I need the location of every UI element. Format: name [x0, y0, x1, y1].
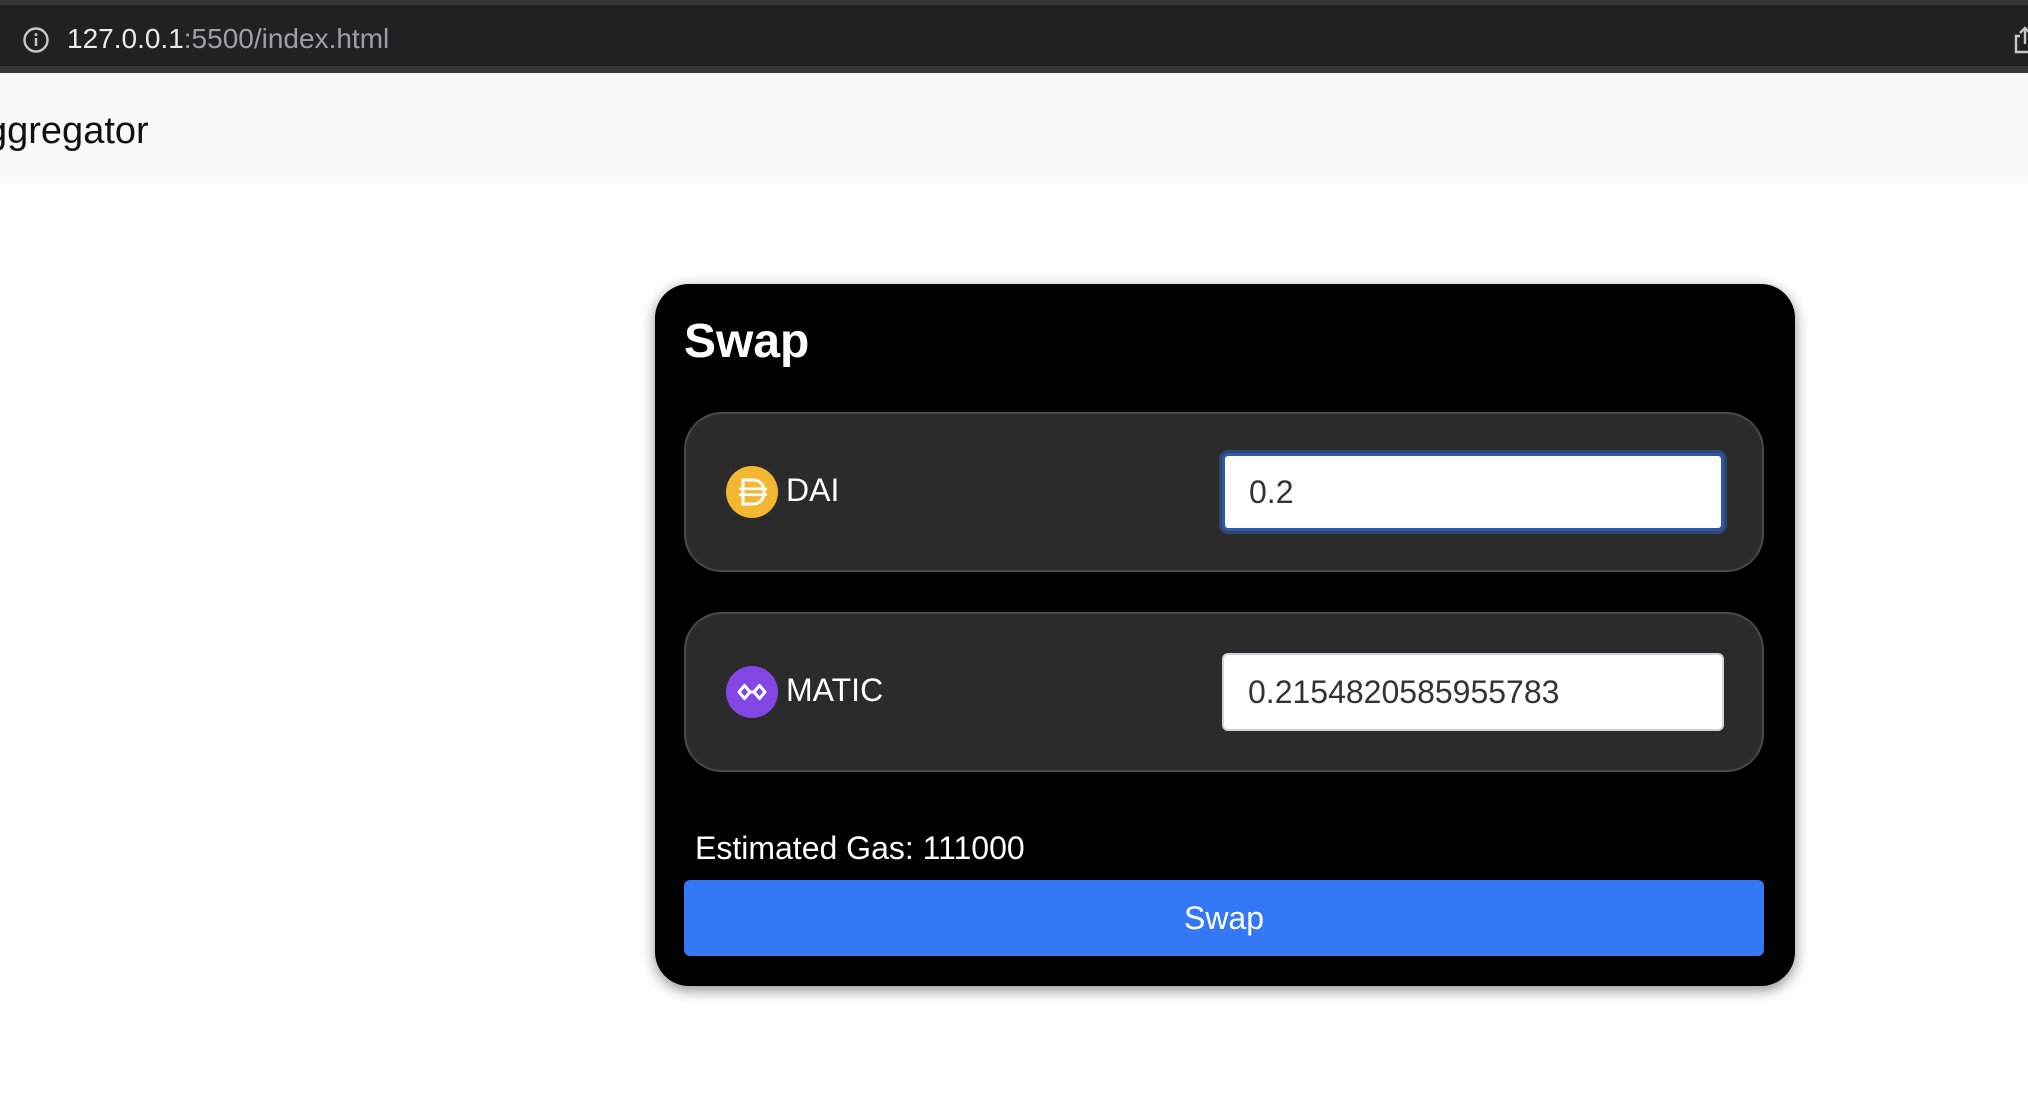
from-token-row: DAI — [684, 412, 1764, 572]
dai-logo-icon — [726, 466, 778, 518]
address-url[interactable]: 127.0.0.1:5500/index.html — [67, 22, 389, 56]
url-path: :5500/index.html — [183, 23, 390, 54]
address-bar[interactable]: 127.0.0.1:5500/index.html — [0, 5, 2028, 66]
swap-card: Swap DAI MATIC Estimated Gas: 111000 Swa… — [655, 284, 1795, 986]
to-amount-input[interactable] — [1222, 653, 1724, 731]
browser-toolbar: 127.0.0.1:5500/index.html — [0, 0, 2028, 73]
from-token-symbol: DAI — [786, 472, 840, 508]
to-token-symbol: MATIC — [786, 672, 884, 708]
swap-card-title: Swap — [684, 315, 810, 368]
swap-button[interactable]: Swap — [684, 880, 1764, 956]
share-icon[interactable] — [2012, 25, 2028, 55]
from-amount-input[interactable] — [1222, 453, 1724, 531]
app-navbar: ggregator — [0, 73, 2028, 183]
estimated-gas-label: Estimated Gas: 111000 — [695, 830, 1025, 866]
url-host: 127.0.0.1 — [67, 23, 184, 54]
navbar-brand[interactable]: ggregator — [0, 109, 149, 153]
matic-logo-icon — [726, 666, 778, 718]
to-token-row: MATIC — [684, 612, 1764, 772]
info-icon[interactable] — [22, 26, 50, 54]
